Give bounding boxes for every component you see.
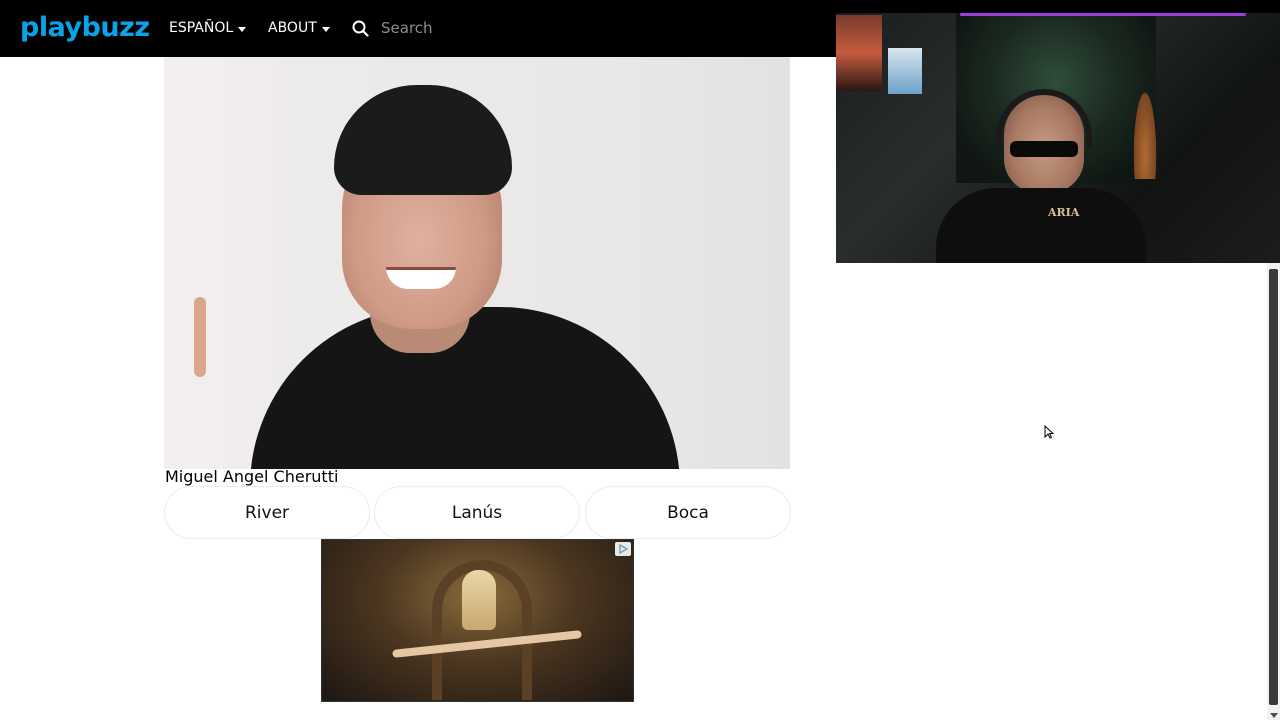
caret-down-icon xyxy=(321,26,330,32)
overlay-accent-bar xyxy=(960,13,1246,16)
nav-about-dropdown[interactable]: ABOUT xyxy=(268,17,330,39)
sunglasses xyxy=(1010,141,1078,157)
shirt-print-text: ARIA xyxy=(1048,206,1080,219)
search-box xyxy=(352,15,599,41)
search-input[interactable] xyxy=(379,15,599,41)
image-caption: Miguel Angel Cherutti xyxy=(165,467,339,486)
scrollbar-thumb[interactable] xyxy=(1269,269,1278,705)
nav-language-dropdown[interactable]: ESPAÑOL xyxy=(169,17,247,39)
answer-button-lanus[interactable]: Lanús xyxy=(374,486,580,539)
ad-dancer xyxy=(462,570,496,630)
streamer-body: ARIA xyxy=(936,188,1146,263)
scroll-down-arrow-icon[interactable] xyxy=(1270,713,1278,718)
wall-poster xyxy=(836,15,882,91)
ad-choices-icon[interactable] xyxy=(615,542,631,556)
page-scrollbar[interactable] xyxy=(1267,263,1280,720)
webcam-overlay: ARIA xyxy=(836,13,1280,263)
photo-hand xyxy=(194,297,206,377)
photo-hair xyxy=(334,85,512,195)
answer-options: River Lanús Boca xyxy=(164,486,791,539)
guitar xyxy=(1132,83,1158,179)
quiz-question-image xyxy=(164,57,790,469)
playbuzz-logo[interactable]: playbuzz xyxy=(20,10,150,46)
caret-down-icon xyxy=(238,26,247,32)
photo-smile xyxy=(386,267,456,289)
search-icon[interactable] xyxy=(352,20,369,37)
advertisement-banner[interactable] xyxy=(321,539,634,702)
nav-about-label: ABOUT xyxy=(268,20,317,36)
wall-poster xyxy=(888,48,922,94)
answer-button-boca[interactable]: Boca xyxy=(585,486,791,539)
nav-language-label: ESPAÑOL xyxy=(169,20,234,36)
answer-button-river[interactable]: River xyxy=(164,486,370,539)
logo-text: playbuzz xyxy=(20,12,150,43)
